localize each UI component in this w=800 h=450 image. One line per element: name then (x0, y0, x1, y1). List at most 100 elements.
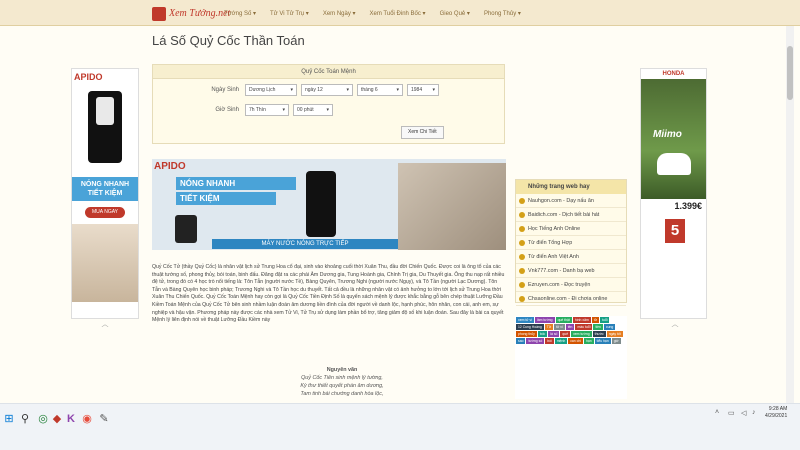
site-logo[interactable]: Xem Tướng.net (152, 6, 230, 21)
fortune-form: Quỷ Cốc Toán Mệnh Ngày Sinh Dương Lịch n… (152, 64, 505, 144)
site-link[interactable]: Ezruyen.com - Đọc truyện (516, 278, 626, 292)
tag-item[interactable]: bói (545, 338, 554, 344)
tag-item[interactable]: bốc (537, 331, 548, 337)
ad-brand: APIDO (74, 72, 103, 82)
tag-item[interactable]: làm tướng (534, 317, 555, 323)
site-link[interactable]: Học Tiếng Anh Online (516, 222, 626, 236)
honda-logo: HONDA (641, 69, 706, 79)
sound-icon[interactable]: ♪ (752, 409, 756, 416)
tag-item[interactable]: tiểu hạn (594, 338, 611, 344)
nav-tuong-so[interactable]: Tướng Số ▾ (224, 10, 256, 17)
page-title: Lá Số Quỷ Cốc Thần Toán (152, 33, 305, 48)
nav-gieo-que[interactable]: Gieo Quẻ ▾ (440, 10, 470, 17)
shower-photo (398, 163, 506, 250)
form-heading: Quỷ Cốc Toán Mệnh (153, 65, 504, 79)
banner-strip: MÁY NƯỚC NÓNG TRỰC TIẾP (212, 239, 398, 249)
tag-item[interactable]: hạn (583, 338, 594, 344)
tag-item[interactable]: quẻ (560, 331, 571, 337)
scroll-thumb[interactable] (787, 46, 793, 100)
tag-item[interactable]: tuổi (600, 317, 610, 323)
notepad-icon[interactable]: ✎ (97, 412, 111, 426)
tag-item[interactable]: phong thủy (516, 331, 537, 337)
logo-mark-icon (152, 6, 166, 21)
banner-line-2: TIẾT KIỆM (176, 192, 276, 205)
logo-text: Xem Tướng.net (169, 8, 231, 19)
chrome-icon[interactable]: ◉ (80, 412, 94, 426)
tag-item[interactable]: can chi (568, 338, 583, 344)
task-view-icon[interactable]: ◎ (36, 412, 50, 426)
tag-item[interactable]: tiền (593, 324, 603, 330)
poem-heading: Nguyên văn (326, 367, 358, 373)
ad-buy-button[interactable]: MUA NGAY (85, 207, 125, 219)
tag-item[interactable]: tên (565, 324, 575, 330)
day-select[interactable]: ngày 12 (301, 84, 353, 96)
tag-item[interactable]: xem tướng (571, 331, 592, 337)
network-icon[interactable]: ▭ (728, 409, 735, 417)
nav-phong-thuy[interactable]: Phong Thủy ▾ (484, 10, 521, 17)
chevron-up-icon[interactable]: ˄ (715, 409, 719, 416)
month-select[interactable]: tháng 6 (357, 84, 403, 96)
tag-item[interactable]: mệnh (554, 338, 568, 344)
tag-item[interactable]: thước (592, 331, 606, 337)
time: 9:28 AM (768, 406, 788, 412)
nav-tu-vi-tu-tru[interactable]: Tử Vi Tử Trụ ▾ (270, 10, 309, 17)
site-link[interactable]: Chsaonline.com - Đi chơia online (516, 292, 626, 306)
tag-item[interactable]: Tử (544, 324, 554, 330)
ad-headline: NÓNG NHANH TIẾT KIỆM (72, 177, 138, 202)
edge-icon[interactable]: ◆ (50, 412, 64, 426)
windows-icon[interactable]: ⊞ (2, 412, 16, 426)
speaker-icon[interactable]: ◁ (741, 409, 746, 417)
ad-photo (72, 224, 138, 303)
tag-item[interactable]: tướng số (526, 338, 545, 344)
search-icon[interactable]: ⚲ (18, 412, 32, 426)
tag-item[interactable]: cung (603, 324, 616, 330)
banner-line-1: NÓNG NHANH (176, 177, 296, 190)
tag-item[interactable]: sao (516, 338, 526, 344)
minute-select[interactable]: 00 phút (293, 104, 333, 116)
tag-cloud: xem tử vi làm tướng quẻ thật hình xăm tử tuổi… (515, 316, 627, 399)
mower-image (657, 153, 691, 175)
tag-item[interactable]: màu tuổi (575, 324, 593, 330)
chevron-up-icon[interactable]: ︿ (669, 321, 681, 328)
hour-select[interactable]: 7h Thìn (245, 104, 289, 116)
water-heater-image (88, 91, 122, 163)
site-link[interactable]: Baidich.com - Dịch tiết bài hát (516, 208, 626, 222)
tag-item[interactable]: xem tử vi (516, 317, 534, 323)
site-link[interactable]: Nauhgon.com - Dạy nấu ăn (516, 194, 626, 208)
clock[interactable]: 9:28 AM 4/29/2021 (765, 406, 787, 420)
intro-paragraph: Quỷ Cốc Tử (thầy Quỷ Cốc) là nhân vật lị… (152, 264, 505, 324)
main-nav: Tướng Số ▾ Tử Vi Tử Trụ ▾ Xem Ngày ▾ Xem… (224, 0, 521, 26)
k-icon[interactable]: K (64, 412, 78, 426)
tag-item[interactable]: lá số (548, 331, 560, 337)
banner-ad[interactable]: APIDO NÓNG NHANH TIẾT KIỆM MÁY NƯỚC NÓNG… (152, 159, 506, 250)
tob-label: Giờ Sinh (215, 107, 239, 113)
product-price: 1.399€ (674, 201, 702, 211)
tag-item[interactable]: hình xăm (572, 317, 591, 323)
tag-item[interactable]: tử vi (554, 324, 565, 330)
tag-item[interactable]: ngày tốt (606, 331, 623, 337)
useful-sites-box: Những trang web hay Nauhgon.com - Dạy nấ… (515, 179, 627, 306)
site-link[interactable]: Từ điển Tổng Hợp (516, 236, 626, 250)
windows-taskbar: ⊞ ⚲ ◎ ◆ K ◉ ✎ ˄ ▭ ◁ ♪ 9:28 AM 4/29/2021 (0, 403, 800, 450)
tag-item[interactable]: tử (591, 317, 600, 323)
dob-row: Ngày Sinh Dương Lịch ngày 12 tháng 6 198… (153, 81, 506, 99)
lawn-scene-image: Miimo (641, 79, 706, 199)
banner-brand: APIDO (154, 161, 186, 172)
useful-sites-heading: Những trang web hay (516, 180, 626, 194)
right-ad[interactable]: HONDA Miimo 1.399€ 5 (640, 68, 707, 319)
nav-xem-tuoi[interactable]: Xem Tuổi Đinh Bốc ▾ (370, 10, 426, 17)
calendar-select[interactable]: Dương Lịch (245, 84, 297, 96)
tag-item[interactable]: 12 Cung Hoàng (516, 324, 544, 330)
site-link[interactable]: Từ điển Anh Việt Anh (516, 250, 626, 264)
tag-item[interactable]: giờ (611, 338, 621, 344)
tag-item[interactable]: quẻ thật (555, 317, 572, 323)
water-heater-image (306, 171, 336, 237)
nav-xem-ngay[interactable]: Xem Ngày ▾ (323, 10, 356, 17)
chevron-up-icon[interactable]: ︿ (99, 321, 111, 328)
left-ad[interactable]: APIDO NÓNG NHANH TIẾT KIỆM MUA NGAY (71, 68, 139, 319)
page-scrollbar[interactable] (786, 26, 794, 403)
year-select[interactable]: 1984 (407, 84, 439, 96)
view-details-button[interactable]: Xem Chi Tiết (401, 126, 444, 139)
site-link[interactable]: Vnk777.com - Danh bạ web (516, 264, 626, 278)
product-name: Miimo (653, 129, 682, 140)
